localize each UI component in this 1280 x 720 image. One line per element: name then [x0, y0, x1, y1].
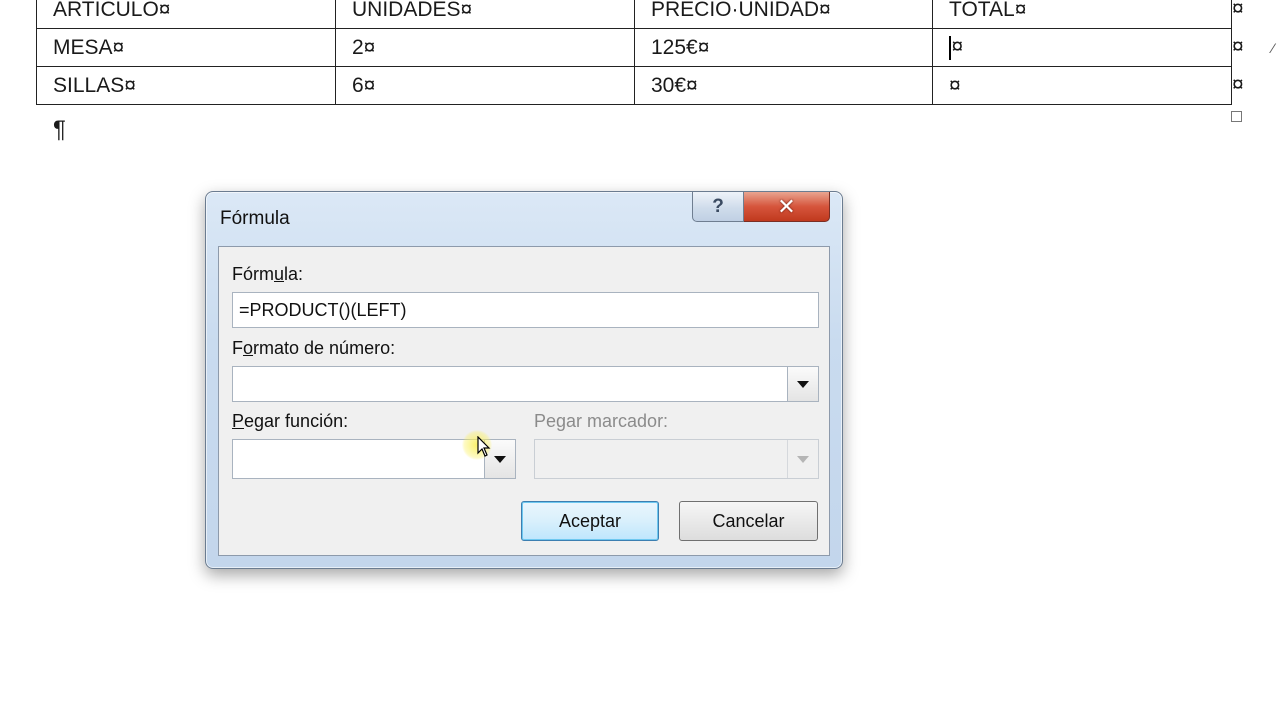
table-resize-handle[interactable]	[1231, 111, 1242, 122]
cancel-button[interactable]: Cancelar	[679, 501, 818, 541]
cancel-button-label: Cancelar	[712, 510, 785, 531]
table-cell[interactable]: PRECIO·UNIDAD¤	[634, 0, 933, 29]
paste-function-label: Pegar función:	[232, 411, 349, 431]
paragraph-mark: ¶	[53, 116, 66, 143]
formula-input[interactable]: =PRODUCT()(LEFT)	[232, 292, 819, 328]
table-cell[interactable]: 125€¤	[634, 28, 933, 67]
ok-button[interactable]: Aceptar	[521, 501, 659, 541]
help-icon: ?	[712, 195, 724, 217]
number-format-dropdown-button[interactable]	[787, 367, 818, 401]
formula-value: =PRODUCT()(LEFT)	[239, 299, 407, 320]
title-bar-buttons: ? ✕	[692, 192, 830, 222]
cell-end-mark: ¤	[951, 35, 964, 59]
formula-label: Fórmula:	[232, 264, 304, 284]
paste-bookmark-select	[534, 439, 819, 479]
paste-bookmark-label: Pegar marcador:	[534, 411, 669, 431]
chevron-down-icon	[797, 380, 809, 388]
table-row: SILLAS¤ 6¤ 30€¤ ¤	[36, 66, 1232, 105]
table-cell[interactable]: 2¤	[335, 28, 635, 67]
table-cell[interactable]: MESA¤	[36, 28, 336, 67]
close-icon: ✕	[777, 193, 796, 219]
table-cell[interactable]: ARTICULO¤	[36, 0, 336, 29]
table-row: ARTICULO¤ UNIDADES¤ PRECIO·UNIDAD¤ TOTAL…	[36, 0, 1232, 29]
table-row: MESA¤ 2¤ 125€¤ ¤	[36, 28, 1232, 67]
ruler-marker-icon: ⁄	[1272, 40, 1275, 56]
dialog-content: Fórmula: =PRODUCT()(LEFT) Formato de núm…	[218, 246, 830, 556]
chevron-down-icon	[494, 455, 506, 463]
row-end-mark: ¤	[1232, 0, 1244, 20]
table-cell[interactable]: ¤	[932, 66, 1232, 105]
ok-button-label: Aceptar	[558, 510, 622, 531]
text-caret	[949, 35, 951, 60]
chevron-down-icon	[797, 455, 809, 463]
row-end-mark: ¤	[1232, 73, 1244, 96]
table-cell[interactable]: TOTAL¤	[932, 0, 1232, 29]
paste-bookmark-dropdown-button	[787, 440, 818, 478]
table-cell[interactable]: UNIDADES¤	[335, 0, 635, 29]
number-format-label: Formato de número:	[232, 338, 396, 358]
table-cell[interactable]: SILLAS¤	[36, 66, 336, 105]
number-format-select[interactable]	[232, 366, 819, 402]
dialog-title: Fórmula	[220, 208, 290, 229]
close-button[interactable]: ✕	[744, 192, 830, 222]
document-table: ARTICULO¤ UNIDADES¤ PRECIO·UNIDAD¤ TOTAL…	[36, 0, 1232, 105]
table-cell[interactable]: 6¤	[335, 66, 635, 105]
formula-dialog: Fórmula ? ✕ Fórmula: =PRODUCT()(LEFT) Fo…	[205, 191, 843, 569]
mouse-pointer-icon	[477, 436, 491, 457]
table-cell-active[interactable]: ¤	[932, 28, 1232, 67]
help-button[interactable]: ?	[692, 192, 744, 222]
table-cell[interactable]: 30€¤	[634, 66, 933, 105]
row-end-mark: ¤	[1232, 35, 1244, 58]
